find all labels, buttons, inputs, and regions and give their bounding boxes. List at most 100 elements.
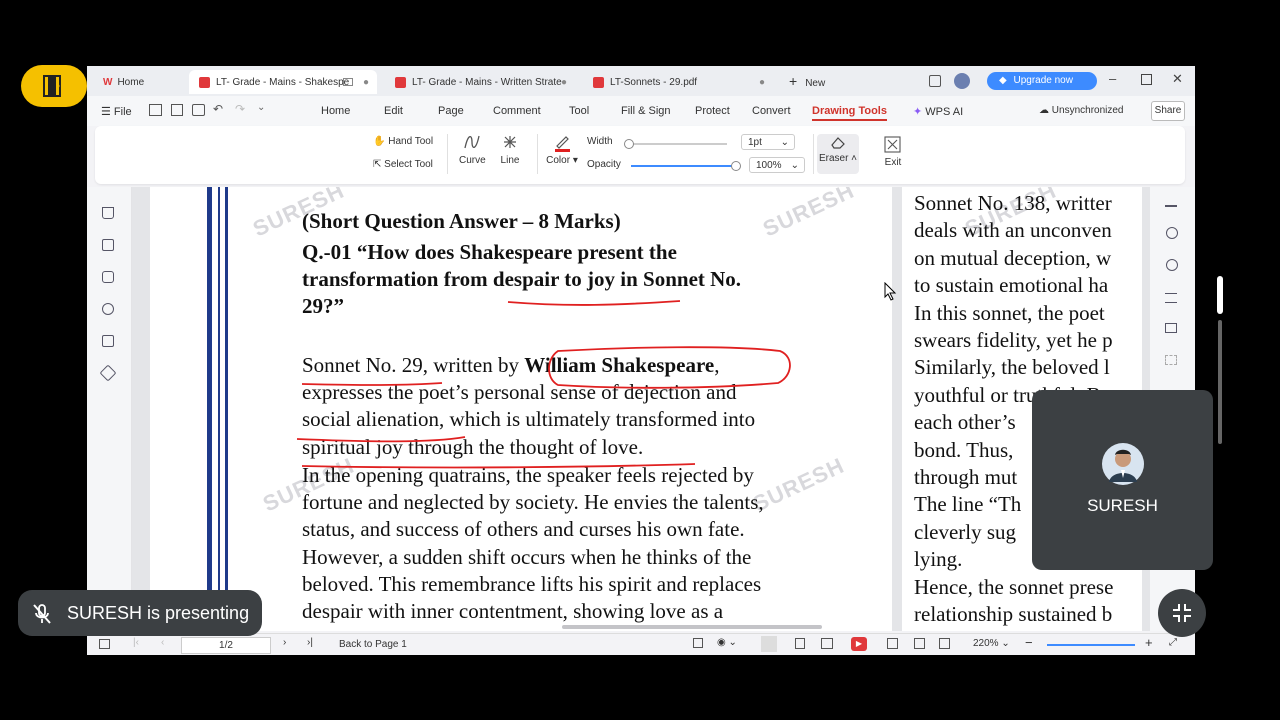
comment-icon[interactable] xyxy=(102,271,114,283)
opacity-slider[interactable] xyxy=(631,161,741,171)
redo-icon[interactable]: ↷ xyxy=(235,102,245,116)
play-icon[interactable]: ▶ xyxy=(851,637,867,651)
eraser-button[interactable]: Eraser ˄ xyxy=(817,134,859,174)
hand-icon: ✋ xyxy=(373,136,386,147)
continuous-icon[interactable] xyxy=(795,638,805,649)
collapse-icon[interactable] xyxy=(1165,205,1177,207)
menu-tool[interactable]: Tool xyxy=(569,105,589,117)
curve-tool-button[interactable]: Curve xyxy=(459,132,486,166)
menu-page[interactable]: Page xyxy=(438,105,464,117)
grid-icon[interactable] xyxy=(1165,355,1177,365)
crop-icon[interactable] xyxy=(939,638,950,649)
sync-status[interactable]: ☁ Unsynchronized xyxy=(1039,105,1124,116)
menu-drawing-tools[interactable]: Drawing Tools xyxy=(812,105,887,121)
help-icon[interactable] xyxy=(1166,259,1178,271)
first-page-icon[interactable]: |‹ xyxy=(133,637,139,648)
single-page-icon[interactable] xyxy=(761,636,777,652)
eye-icon[interactable]: ◉ ⌄ xyxy=(717,637,737,648)
exit-fullscreen-button[interactable] xyxy=(1158,589,1206,637)
sidebar-toggle-icon[interactable] xyxy=(99,639,110,649)
share-button[interactable]: Share xyxy=(1151,101,1185,121)
tab-document-shakespeare[interactable]: LT- Grade - Mains - Shakespe ● xyxy=(189,70,377,94)
scroll-thumb[interactable] xyxy=(1217,276,1223,314)
opacity-label: Opacity xyxy=(587,159,621,170)
next-page-icon[interactable]: › xyxy=(283,637,286,648)
fullscreen-icon[interactable]: ⤢ xyxy=(1169,637,1177,648)
tab-label: Home xyxy=(117,76,145,88)
horizontal-scrollbar[interactable] xyxy=(562,625,822,629)
multi-window-icon[interactable] xyxy=(929,75,941,87)
tab-close-icon[interactable]: ● xyxy=(759,77,765,88)
exit-drawing-button[interactable]: Exit xyxy=(881,136,905,168)
tab-close-icon[interactable]: ● xyxy=(363,77,369,88)
fit-page-icon[interactable] xyxy=(914,638,925,649)
restore-button[interactable] xyxy=(1141,74,1152,85)
bookmark-icon[interactable] xyxy=(102,207,114,219)
menu-fill-sign[interactable]: Fill & Sign xyxy=(621,105,671,117)
tab-document-sonnets[interactable]: LT-Sonnets - 29.pdf ● xyxy=(583,70,773,94)
presenter-tile[interactable]: SURESH xyxy=(1032,390,1213,570)
tab-document-strategy[interactable]: LT- Grade - Mains - Written Strate ● xyxy=(385,70,575,94)
page-scroll-indicator[interactable] xyxy=(1217,276,1223,444)
last-page-icon[interactable]: ›| xyxy=(307,637,313,648)
avatar xyxy=(1102,443,1144,485)
menu-home[interactable]: Home xyxy=(321,105,350,117)
print-icon[interactable] xyxy=(192,104,205,116)
leave-call-button[interactable] xyxy=(21,65,87,107)
doc-line: The line “Th xyxy=(914,492,1022,517)
signature-icon[interactable] xyxy=(102,335,114,347)
chevron-down-icon[interactable]: ⌄ xyxy=(257,102,265,113)
zoom-out-button[interactable]: − xyxy=(1025,635,1033,650)
doc-line: bond. Thus, xyxy=(914,437,1014,462)
upgrade-button[interactable]: ◆ Upgrade now xyxy=(987,72,1097,90)
user-avatar[interactable] xyxy=(954,73,970,89)
layers-icon[interactable] xyxy=(99,364,117,382)
search-icon[interactable] xyxy=(1166,227,1178,239)
back-to-page-link[interactable]: Back to Page 1 xyxy=(339,639,407,650)
save-icon[interactable] xyxy=(171,104,183,116)
prev-page-icon[interactable]: ‹ xyxy=(161,637,164,648)
hand-tool-button[interactable]: ✋ Hand Tool xyxy=(373,136,433,147)
width-select[interactable]: 1pt ⌄ xyxy=(741,134,795,150)
open-folder-icon[interactable] xyxy=(149,104,162,116)
zoom-select[interactable]: 220% ⌄ xyxy=(973,638,1010,649)
menu-convert[interactable]: Convert xyxy=(752,105,791,117)
document-view[interactable]: SURESH SURESH SURESH SURESH (Short Quest… xyxy=(132,187,1150,631)
cursor-icon: ⇱ xyxy=(373,159,382,170)
thumbnail-icon[interactable] xyxy=(102,239,114,251)
tab-label: LT- Grade - Mains - Written Strate xyxy=(412,76,562,88)
tab-home[interactable]: W Home xyxy=(93,70,181,94)
chevron-down-icon: ⌄ xyxy=(790,160,799,171)
tab-label: LT-Sonnets - 29.pdf xyxy=(610,76,698,88)
undo-icon[interactable]: ↶ xyxy=(213,102,223,116)
slider-thumb[interactable] xyxy=(731,161,741,171)
page-number-input[interactable]: 1/2 xyxy=(181,637,271,654)
color-picker-button[interactable]: Color ▾ xyxy=(545,132,579,166)
eraser-icon xyxy=(831,137,845,149)
width-slider[interactable] xyxy=(624,139,727,149)
tab-close-icon[interactable]: ● xyxy=(561,77,567,88)
fit-icon[interactable] xyxy=(693,638,703,648)
file-menu[interactable]: ☰ File xyxy=(101,105,132,118)
new-tab-button[interactable]: + New xyxy=(789,73,825,89)
minimize-button[interactable]: – xyxy=(1109,71,1116,86)
menu-comment[interactable]: Comment xyxy=(493,105,541,117)
attachment-icon[interactable] xyxy=(102,303,114,315)
close-window-button[interactable]: ✕ xyxy=(1172,71,1183,87)
zoom-slider[interactable] xyxy=(1047,644,1135,646)
diamond-icon: ◆ xyxy=(999,75,1007,86)
line-tool-button[interactable]: Line xyxy=(497,132,523,166)
menu-wps-ai[interactable]: ✦ WPS AI xyxy=(913,105,963,118)
opacity-select[interactable]: 100% ⌄ xyxy=(749,157,805,173)
menu-edit[interactable]: Edit xyxy=(384,105,403,117)
wps-pdf-window: W Home LT- Grade - Mains - Shakespe ● LT… xyxy=(87,66,1195,655)
slider-thumb[interactable] xyxy=(624,139,634,149)
select-tool-button[interactable]: ⇱ Select Tool xyxy=(373,159,433,170)
two-page-icon[interactable] xyxy=(821,638,833,649)
read-mode-icon[interactable] xyxy=(1165,323,1177,333)
fit-width-icon[interactable] xyxy=(887,638,898,649)
settings-sliders-icon[interactable] xyxy=(1165,293,1177,303)
zoom-in-button[interactable]: + xyxy=(1145,635,1153,650)
door-icon xyxy=(43,75,61,97)
menu-protect[interactable]: Protect xyxy=(695,105,730,117)
